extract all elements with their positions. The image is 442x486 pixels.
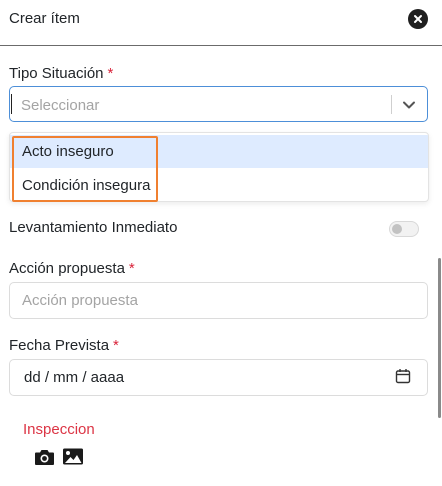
fecha-prevista-value: dd / mm / aaaa	[24, 369, 125, 386]
close-icon	[414, 15, 422, 23]
chevron-down-icon[interactable]	[400, 96, 418, 114]
accion-propuesta-placeholder: Acción propuesta	[22, 292, 138, 309]
levantamiento-toggle[interactable]	[389, 221, 419, 237]
header-divider	[0, 45, 442, 46]
tipo-situacion-label-text: Tipo Situación	[9, 65, 104, 82]
modal-title: Crear ítem	[9, 10, 80, 27]
image-icon[interactable]	[62, 447, 84, 466]
text-cursor	[11, 94, 12, 114]
required-mark: *	[128, 260, 135, 277]
accion-propuesta-label: Acción propuesta *	[9, 260, 135, 277]
calendar-icon[interactable]	[395, 368, 411, 384]
toggle-knob	[392, 224, 402, 234]
close-button[interactable]	[408, 9, 428, 29]
camera-icon[interactable]	[34, 448, 55, 466]
required-mark: *	[113, 337, 119, 354]
required-mark: *	[107, 65, 114, 82]
tipo-situacion-dropdown: Acto inseguro Condición insegura	[9, 132, 429, 202]
option-acto-inseguro[interactable]: Acto inseguro	[10, 135, 428, 168]
select-placeholder: Seleccionar	[21, 97, 100, 114]
fecha-prevista-label-text: Fecha Prevista	[9, 337, 110, 354]
select-separator	[391, 95, 392, 114]
option-condicion-insegura[interactable]: Condición insegura	[10, 169, 428, 201]
fecha-prevista-label: Fecha Prevista *	[9, 337, 119, 354]
inspeccion-label: Inspeccion	[23, 421, 95, 438]
levantamiento-label: Levantamiento Inmediato	[9, 219, 178, 236]
scrollbar[interactable]	[438, 258, 441, 418]
tipo-situacion-label: Tipo Situación *	[9, 65, 113, 82]
accion-propuesta-label-text: Acción propuesta	[9, 260, 125, 277]
